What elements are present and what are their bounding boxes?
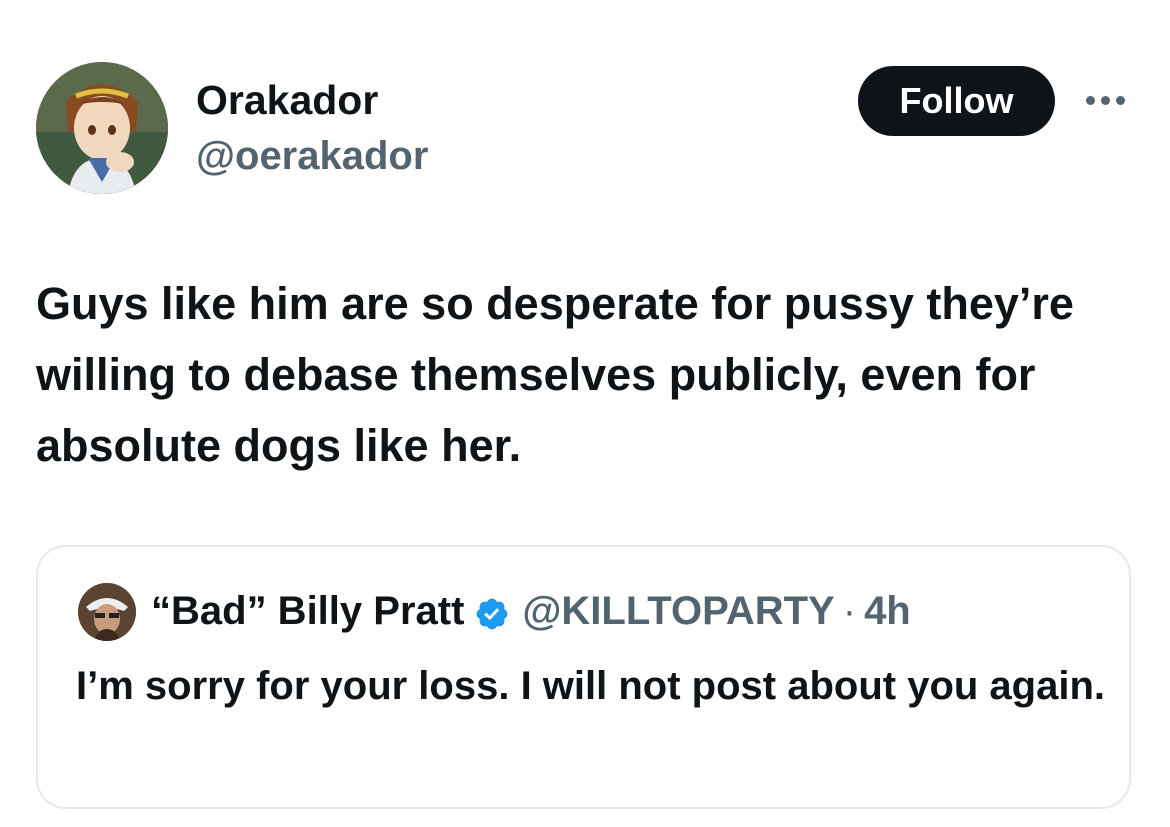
follow-button[interactable]: Follow <box>858 66 1055 136</box>
quoted-tweet-text: I’m sorry for your loss. I will not post… <box>76 664 1106 708</box>
header-separator: · <box>842 589 857 633</box>
quoted-tweet-header: “Bad” Billy Pratt @KILLTOPARTY · 4h <box>151 585 911 637</box>
author-handle[interactable]: @oerakador <box>196 132 428 180</box>
quoted-tweet-card[interactable]: “Bad” Billy Pratt @KILLTOPARTY · 4h I’m … <box>36 545 1131 809</box>
author-avatar[interactable] <box>36 62 168 194</box>
author-display-name[interactable]: Orakador <box>196 76 378 124</box>
more-dot <box>1101 95 1110 105</box>
quoted-author-handle[interactable]: @KILLTOPARTY <box>522 585 834 637</box>
verified-badge-icon <box>474 593 510 630</box>
quoted-author-display-name[interactable]: “Bad” Billy Pratt <box>151 585 464 637</box>
anime-character-avatar-icon <box>36 62 168 194</box>
person-avatar-icon <box>78 583 136 641</box>
more-dots-icon[interactable] <box>1086 93 1130 107</box>
tweet-text: Guys like him are so desperate for pussy… <box>36 278 1074 471</box>
quoted-tweet-timestamp[interactable]: 4h <box>864 585 911 637</box>
quoted-author-avatar[interactable] <box>78 583 136 641</box>
more-dot <box>1116 95 1125 105</box>
more-dot <box>1086 95 1095 105</box>
